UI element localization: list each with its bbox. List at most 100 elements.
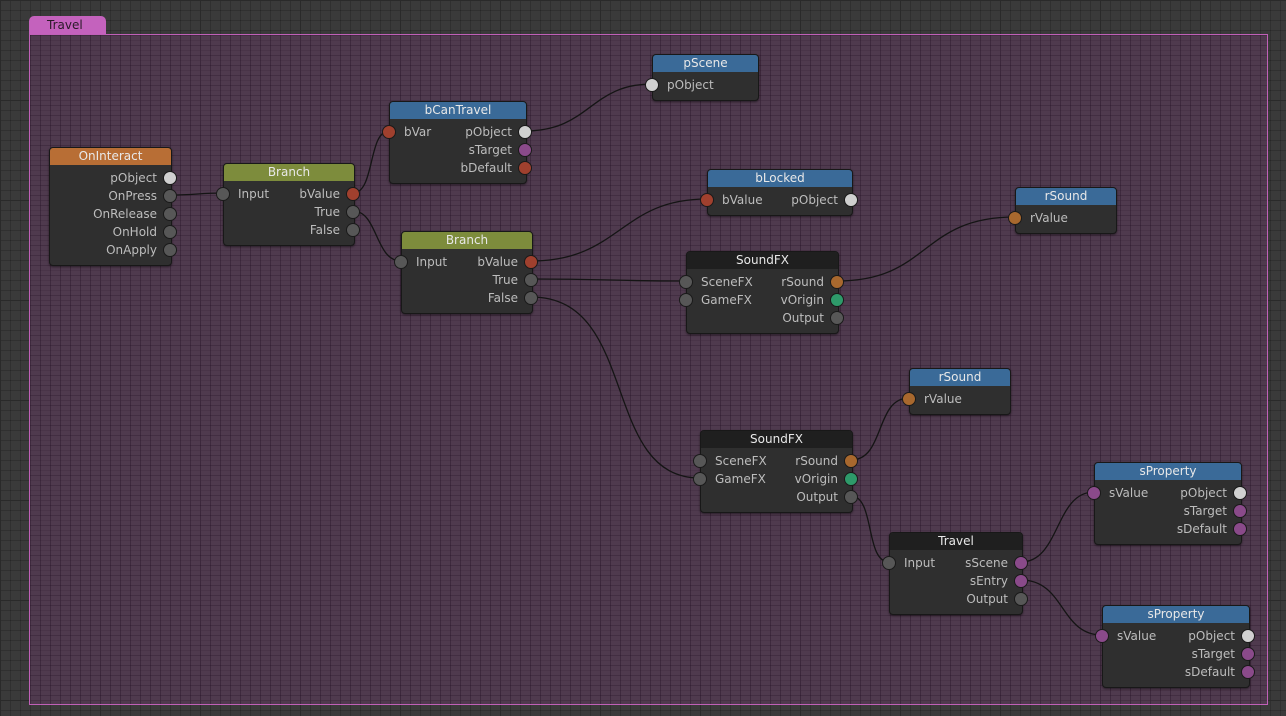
node-branch-2[interactable]: Branch Input bValue True False [394,231,538,314]
pin-output-output[interactable] [844,490,858,504]
pin-label: sTarget [468,143,512,157]
pin-input-gamefx[interactable] [679,293,693,307]
pin-label: sValue [1117,629,1157,643]
node-pscene[interactable]: pScene pObject [645,54,759,101]
node-rsound-1[interactable]: rSound rValue [1008,187,1117,234]
pin-label: OnPress [108,189,157,203]
pin-label: rValue [1030,211,1068,225]
pin-output-starget[interactable] [1233,504,1247,518]
node-blocked[interactable]: bLocked bValue pObject [700,169,858,216]
pin-output-output[interactable] [1014,592,1028,606]
pin-input-bvalue[interactable] [700,193,714,207]
pin-label: bValue [477,255,518,269]
pin-output-starget[interactable] [518,143,532,157]
wire-branch1-branch2[interactable] [352,210,402,262]
pin-label: sTarget [1191,647,1235,661]
pin-output-onrelease[interactable] [163,207,177,221]
pin-output-starget[interactable] [1241,647,1255,661]
pin-label: sValue [1109,486,1149,500]
pin-input-svalue[interactable] [1087,486,1101,500]
pin-input[interactable] [394,255,408,269]
pin-output-sscene[interactable] [1014,556,1028,570]
pin-output-output[interactable] [830,311,844,325]
node-title: pScene [653,55,758,72]
pin-label: Output [966,592,1008,606]
pin-input-rvalue[interactable] [902,392,916,406]
node-bcantravel[interactable]: bCanTravel bVar pObject sTarget bDefault [382,101,532,184]
pin-input-bvar[interactable] [382,125,396,139]
pin-label: pObject [465,125,512,139]
wire-layer [169,83,1103,636]
pin-output-onhold[interactable] [163,225,177,239]
wire-travel-sproperty2[interactable] [1020,579,1103,636]
node-title: bCanTravel [390,102,526,119]
pin-output-pobject[interactable] [518,125,532,139]
pin-label: vOrigin [780,293,824,307]
pin-input-scenefx[interactable] [693,454,707,468]
wire-soundfx2-rsound2[interactable] [850,397,910,461]
pin-output-false[interactable] [524,291,538,305]
pin-label: Input [416,255,448,269]
pin-input[interactable] [216,187,230,201]
wire-travel-sproperty1[interactable] [1020,491,1095,563]
pin-output-sentry[interactable] [1014,574,1028,588]
pin-label: pObject [1188,629,1235,643]
pin-label: vOrigin [794,472,838,486]
wire-branch2-soundfx2[interactable] [530,296,701,479]
pin-input-pobject[interactable] [645,78,659,92]
pin-output-pobject[interactable] [1233,486,1247,500]
pin-output-true[interactable] [524,273,538,287]
pin-label: Input [238,187,270,201]
node-title: rSound [910,369,1010,386]
node-sproperty-2[interactable]: sProperty sValue pObject sTarget sDefaul… [1095,605,1255,688]
pin-output-bdefault[interactable] [518,161,532,175]
pin-label: SceneFX [701,275,753,289]
pin-label: OnHold [112,225,157,239]
node-title: Branch [224,164,354,181]
pin-output-onpress[interactable] [163,189,177,203]
wire-branch2-blocked[interactable] [530,198,708,262]
pin-label: Input [904,556,936,570]
node-title: Branch [402,232,532,249]
pin-output-pobject[interactable] [844,193,858,207]
pin-input-rvalue[interactable] [1008,211,1022,225]
pin-output-onapply[interactable] [163,243,177,257]
node-soundfx-1[interactable]: SoundFX SceneFX GameFX rSound vOrigin Ou… [679,251,844,334]
pin-label: pObject [667,78,714,92]
pin-output-false[interactable] [346,223,360,237]
node-sproperty-1[interactable]: sProperty sValue pObject sTarget sDefaul… [1087,462,1247,545]
pin-output-vorigin[interactable] [830,293,844,307]
pin-output-rsound[interactable] [830,275,844,289]
pin-label: rSound [795,454,838,468]
node-branch-1[interactable]: Branch Input bValue True False [216,163,360,246]
pin-input-scenefx[interactable] [679,275,693,289]
pin-output-rsound[interactable] [844,454,858,468]
pin-output-bvalue[interactable] [524,255,538,269]
pin-output-pobject[interactable] [163,171,177,185]
wire-branch1-bcantravel[interactable] [352,130,390,194]
node-soundfx-2[interactable]: SoundFX SceneFX GameFX rSound vOrigin Ou… [693,430,858,513]
pin-output-true[interactable] [346,205,360,219]
node-oninteract[interactable]: OnInteract pObject OnPress OnRelease OnH… [49,147,177,266]
pin-label: bDefault [460,161,512,175]
pin-label: Output [796,490,838,504]
pin-label: OnRelease [93,207,157,221]
pin-output-bvalue[interactable] [346,187,360,201]
pin-input-svalue[interactable] [1095,629,1109,643]
node-travel[interactable]: Travel Input sScene sEntry Output [882,532,1028,615]
wire-soundfx1-rsound1[interactable] [836,216,1016,282]
pin-input[interactable] [882,556,896,570]
node-rsound-2[interactable]: rSound rValue [902,368,1011,415]
pin-label: pObject [1180,486,1227,500]
pin-output-pobject[interactable] [1241,629,1255,643]
pin-input-gamefx[interactable] [693,472,707,486]
wire-bcantravel-pscene[interactable] [524,83,653,132]
node-title: SoundFX [687,252,838,269]
pin-output-sdefault[interactable] [1233,522,1247,536]
pin-output-vorigin[interactable] [844,472,858,486]
pin-label: sEntry [969,574,1008,588]
wire-soundfx2-travel[interactable] [850,495,890,563]
pin-label: Output [782,311,824,325]
wire-branch2-soundfx1[interactable] [530,278,687,282]
pin-output-sdefault[interactable] [1241,665,1255,679]
